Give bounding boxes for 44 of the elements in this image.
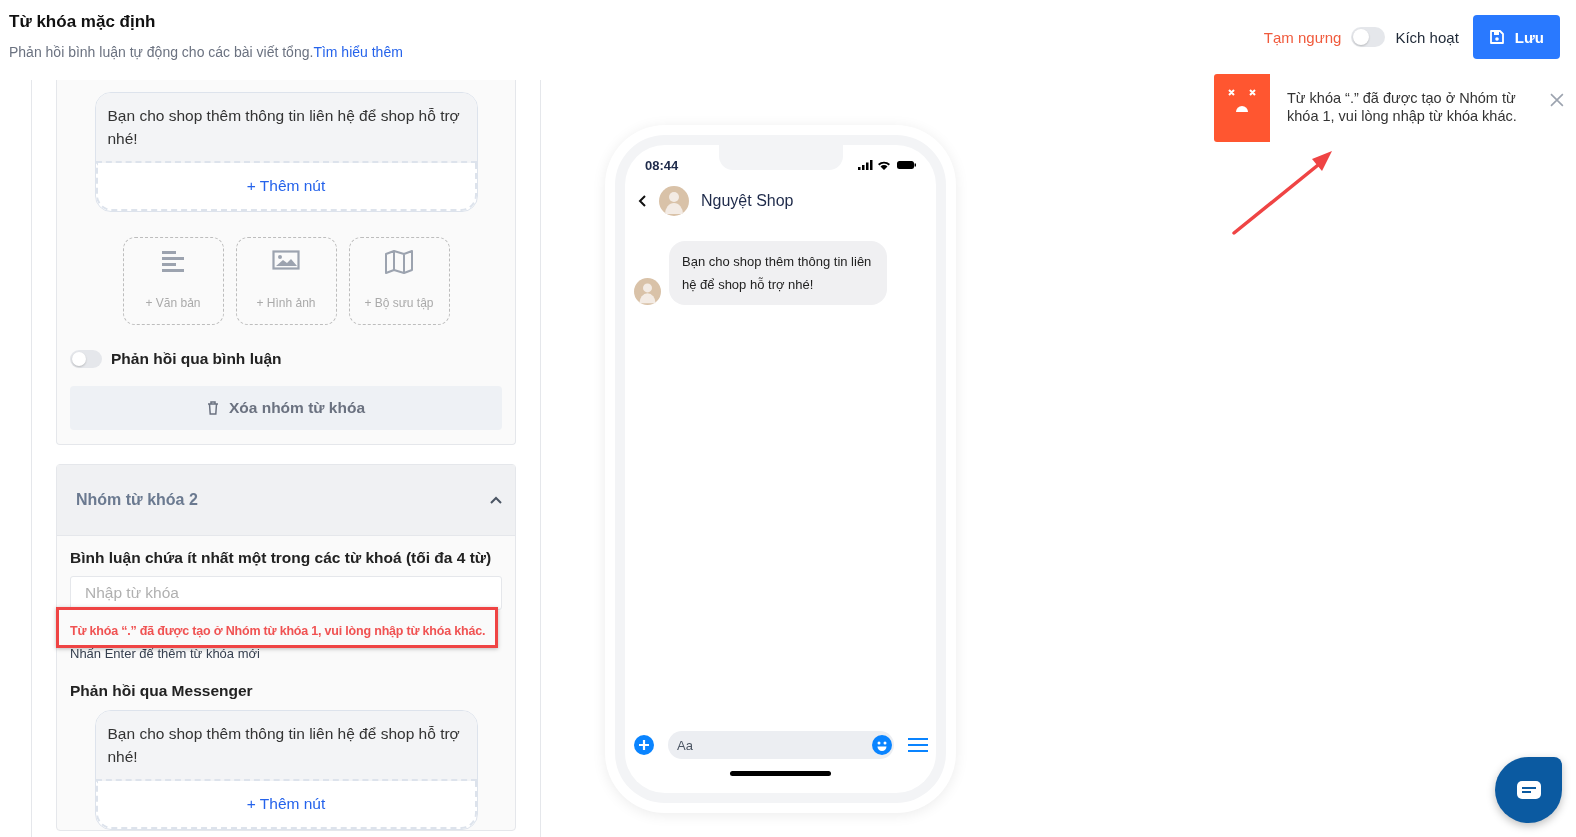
add-button[interactable]: + Thêm nút	[95, 163, 477, 211]
error-message: Từ khóa “.” đã được tạo ở Nhóm từ khóa 1, vui lòng nhập từ khóa khác.	[70, 624, 487, 638]
message-text: Bạn cho shop thêm thông tin liên hệ để shop hỗ trợ nhé!	[95, 93, 477, 163]
map-icon	[384, 250, 414, 274]
page-title: Từ khóa mặc định	[9, 12, 157, 32]
field-label: Bình luận chứa ít nhất một trong các từ khoá (tối đa 4 từ)	[70, 549, 493, 567]
smiley-icon[interactable]	[872, 735, 892, 755]
chat-icon	[1515, 780, 1542, 800]
clock-time: 08:44	[645, 157, 679, 173]
message-input[interactable]: Aa	[668, 731, 894, 759]
save-icon	[1488, 29, 1505, 45]
text-lines-icon	[161, 250, 185, 272]
status-switch[interactable]	[1351, 27, 1386, 47]
plus-icon[interactable]	[634, 735, 654, 755]
avatar	[659, 186, 689, 216]
image-icon	[272, 250, 300, 270]
menu-icon[interactable]	[908, 738, 928, 752]
page-subtitle: Phản hồi bình luận tự động cho các bài viết tổng.	[9, 44, 314, 60]
contact-name: Nguyệt Shop	[701, 192, 794, 210]
chat-button[interactable]	[1495, 757, 1562, 823]
group-header[interactable]: Nhóm từ khóa 2	[57, 465, 515, 536]
delete-group-button[interactable]: Xóa nhóm từ khóa	[70, 386, 502, 430]
add-text-button[interactable]: + Văn bản	[122, 237, 224, 325]
trash-icon	[206, 401, 219, 415]
comment-reply-switch[interactable]	[70, 350, 102, 368]
status-label: Tạm ngưng	[1263, 28, 1342, 46]
section-label: Phản hồi qua Messenger	[70, 682, 254, 700]
status-label: Kích hoạt	[1395, 28, 1459, 46]
hint-text: Nhấn Enter để thêm từ khóa mới	[70, 646, 261, 661]
close-icon[interactable]	[1550, 93, 1564, 107]
add-gallery-button[interactable]: + Bộ sưu tập	[348, 237, 450, 325]
message-text: Bạn cho shop thêm thông tin liên hệ để shop hỗ trợ nhé!	[95, 711, 477, 781]
avatar	[634, 278, 661, 305]
add-image-button[interactable]: + Hình ảnh	[235, 237, 337, 325]
save-button[interactable]: Lưu	[1472, 15, 1560, 59]
switch-label: Phản hồi qua bình luận	[111, 350, 282, 368]
status-icons	[858, 160, 916, 170]
learn-more-link[interactable]: Tìm hiểu thêm	[313, 44, 403, 60]
sad-face-icon	[1227, 88, 1257, 114]
keyword-input[interactable]: Nhập từ khóa	[70, 576, 502, 610]
back-icon[interactable]	[637, 194, 647, 208]
add-button[interactable]: + Thêm nút	[95, 781, 477, 829]
chat-bubble: Bạn cho shop thêm thông tin liên hệ để shop hỗ trợ nhé!	[669, 241, 887, 305]
toast-message: Từ khóa “.” đã được tạo ở Nhóm từ khóa 1, vui lòng nhập từ khóa khác.	[1286, 89, 1518, 125]
